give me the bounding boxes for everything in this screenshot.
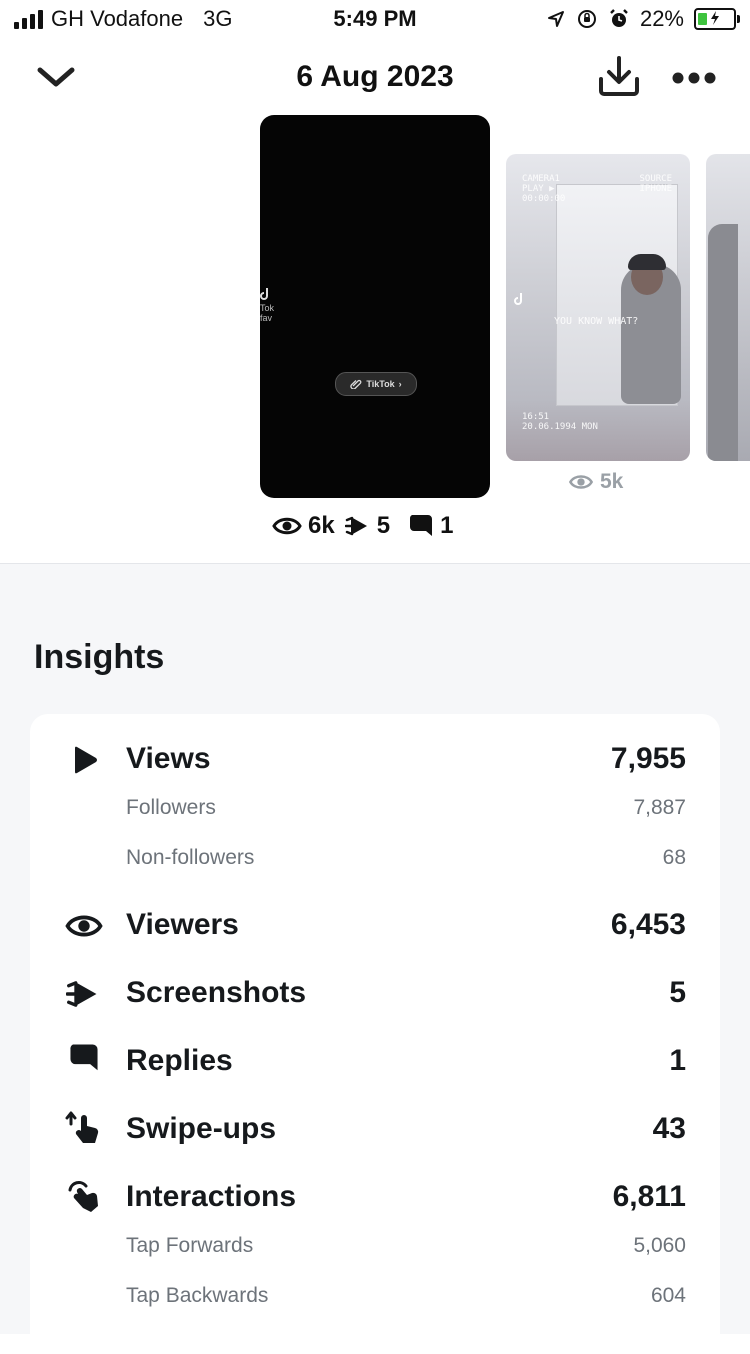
eye-icon <box>568 475 594 489</box>
next-story-views: 5k <box>568 470 623 494</box>
top-bar: 6 Aug 2023 <box>0 52 750 108</box>
reply-bubble-icon <box>64 1038 104 1078</box>
eye-icon <box>64 906 104 946</box>
battery-percent: 22% <box>639 6 684 31</box>
insight-value: 6,453 <box>610 908 686 941</box>
stat-replies: 1 <box>408 512 453 540</box>
vhs-top-right: SOURCE IPHONE <box>639 174 672 194</box>
eye-icon <box>272 517 302 535</box>
insight-sublabel: Followers <box>126 796 216 819</box>
insight-label: Screenshots <box>126 976 307 1009</box>
insight-label: Interactions <box>126 1180 297 1213</box>
insights-card: Views 7,955 Followers 7,887 Non-follower… <box>30 714 720 1354</box>
status-bar: GH Vodafone 3G 5:49 PM 22% <box>0 0 750 40</box>
swipe-up-icon <box>64 1108 104 1148</box>
person-cap <box>628 254 666 270</box>
link-icon <box>350 379 362 389</box>
stat-screenshots: 5 <box>344 512 391 540</box>
status-right: 22% <box>546 6 740 32</box>
insight-subvalue: 7,887 <box>633 796 686 819</box>
stat-views: 6k <box>272 512 335 540</box>
story-thumbnail-current[interactable]: Tok fav TikTok › <box>260 115 490 498</box>
play-icon <box>64 740 104 780</box>
screenshot-icon <box>64 974 104 1014</box>
vhs-caption: YOU KNOW WHAT? <box>554 316 639 327</box>
person-image <box>708 224 738 461</box>
pill-chevron-icon: › <box>398 379 402 389</box>
insight-subvalue: 604 <box>650 1284 686 1307</box>
orientation-lock-icon <box>577 10 596 28</box>
reply-bubble-icon <box>410 515 433 536</box>
insight-sublabel: Tap Backwards <box>126 1284 269 1307</box>
insights-section: Insights Views 7,955 Followers 7,887 Non… <box>0 564 750 1354</box>
insight-value: 6,811 <box>612 1180 686 1213</box>
insight-label: Views <box>126 742 211 775</box>
insight-value: 1 <box>669 1044 686 1077</box>
insight-subvalue: 5,060 <box>633 1234 686 1257</box>
insight-label: Viewers <box>126 908 239 941</box>
insights-title: Insights <box>34 638 165 676</box>
vhs-bottom: 16:51 20.06.1994 MON <box>522 412 598 432</box>
current-story-stats: 6k 5 1 <box>272 512 453 540</box>
tiktok-watermark: Tok fav <box>260 287 274 323</box>
tap-hand-icon <box>64 1176 104 1216</box>
tiktok-logo-icon <box>514 292 526 311</box>
story-thumbnail-partial[interactable] <box>706 154 750 461</box>
alarm-icon <box>610 9 628 27</box>
insight-sublabel: Tap Forwards <box>126 1234 254 1257</box>
insight-value: 5 <box>669 976 686 1009</box>
vhs-top-left: CAMERA1 PLAY ▶ 00:00:00 <box>522 174 566 204</box>
stat-views-value: 6k <box>308 512 335 539</box>
story-thumbnail-next[interactable]: CAMERA1 PLAY ▶ 00:00:00 SOURCE IPHONE YO… <box>506 154 690 461</box>
battery-icon <box>694 8 740 30</box>
stat-replies-value: 1 <box>440 512 454 539</box>
tiktok-pill-label: TikTok <box>366 379 395 389</box>
insight-sublabel: Non-followers <box>126 846 255 869</box>
insight-value: 7,955 <box>610 742 686 775</box>
location-arrow-icon <box>547 11 564 27</box>
insight-label: Swipe-ups <box>126 1112 277 1145</box>
download-icon[interactable] <box>596 54 642 98</box>
screenshot-icon <box>344 516 367 536</box>
tiktok-link-pill[interactable]: TikTok › <box>335 372 417 396</box>
insight-value: 43 <box>652 1112 686 1145</box>
more-icon[interactable] <box>670 66 718 90</box>
next-story-views-value: 5k <box>600 470 624 493</box>
stat-screenshots-value: 5 <box>376 512 391 539</box>
story-carousel: Tok fav TikTok › CAMERA1 PLAY ▶ 00:00:00 … <box>0 114 750 564</box>
insight-label: Replies <box>126 1044 233 1077</box>
insight-subvalue: 68 <box>662 846 686 869</box>
